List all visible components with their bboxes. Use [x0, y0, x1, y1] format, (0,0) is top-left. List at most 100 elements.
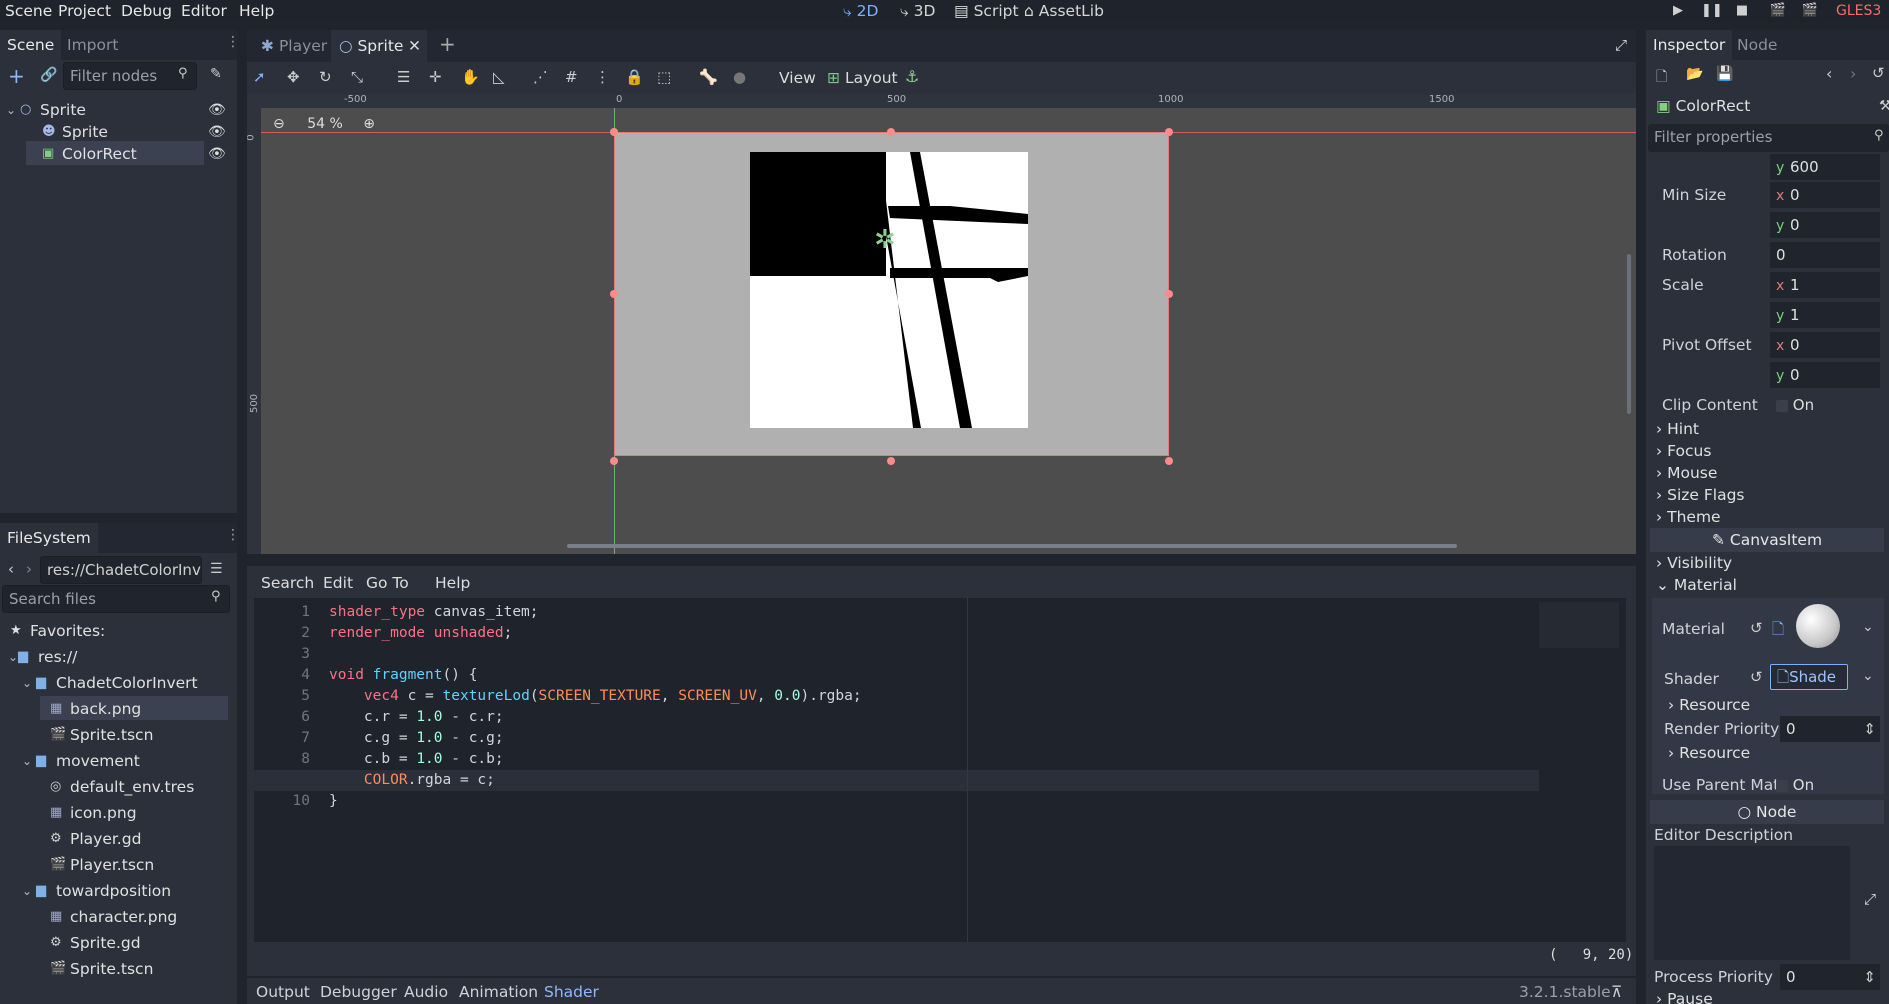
- scene-tab-sprite[interactable]: ○ Sprite ✕: [331, 30, 427, 62]
- link-icon[interactable]: 🔗: [40, 67, 57, 83]
- pause-section[interactable]: › Pause: [1656, 988, 1713, 1004]
- file-tree-item[interactable]: ⚙ Player.gd: [0, 826, 237, 852]
- camera-override-icon[interactable]: ●: [733, 68, 746, 86]
- dock-menu-icon[interactable]: ⋮: [226, 34, 240, 50]
- visibility-section[interactable]: › Visibility: [1656, 552, 1732, 574]
- distraction-free-icon[interactable]: ⤢: [1615, 36, 1627, 54]
- workspace-2d-button[interactable]: ⤷ 2D: [843, 0, 878, 22]
- filter-nodes-input[interactable]: Filter nodes: [63, 62, 197, 90]
- pivot-x-field[interactable]: x0: [1770, 332, 1880, 358]
- file-tree-item[interactable]: ⌄ ▆ res://: [0, 644, 237, 670]
- more-options-icon[interactable]: ⋮: [595, 68, 610, 86]
- grid-snap-icon[interactable]: #: [565, 68, 578, 86]
- zoom-reset-button[interactable]: 54 %: [307, 116, 343, 132]
- file-tree-item[interactable]: ⌄ ▆ ChadetColorInvert: [0, 670, 237, 696]
- ruler-tool-icon[interactable]: ◺: [493, 68, 505, 86]
- material-resource-section[interactable]: › Resource: [1668, 742, 1750, 764]
- history-forward-icon[interactable]: ›: [1850, 64, 1856, 83]
- revert-icon[interactable]: ↺: [1750, 668, 1763, 686]
- bone-icon[interactable]: 🦴: [699, 68, 718, 86]
- tab-import[interactable]: Import: [60, 30, 125, 60]
- inspector-section[interactable]: › Theme: [1656, 506, 1721, 528]
- rotate-tool-icon[interactable]: ↻: [319, 68, 332, 86]
- play-custom-scene-button[interactable]: 🎬: [1801, 2, 1819, 20]
- save-resource-icon[interactable]: 💾: [1716, 66, 1733, 82]
- visibility-eye-icon[interactable]: 👁: [208, 141, 226, 167]
- canvas-viewport[interactable]: -500 0 500 1000 1500 0 500 ⊖ 54 % ⊕: [247, 94, 1636, 554]
- file-tree-item[interactable]: ⌄ ▆ towardposition: [0, 878, 237, 904]
- tab-node[interactable]: Node: [1730, 30, 1784, 60]
- tab-filesystem[interactable]: FileSystem: [0, 523, 98, 553]
- material-section[interactable]: ⌄ Material: [1656, 574, 1737, 596]
- scene-tree-item[interactable]: ▣ ColorRect 👁: [0, 141, 237, 167]
- dock-menu-icon[interactable]: ⋮: [226, 527, 240, 543]
- file-tree-item[interactable]: ⚙ Sprite.gd: [0, 930, 237, 956]
- resize-handle[interactable]: [887, 457, 895, 465]
- sprite-image[interactable]: [750, 152, 1028, 428]
- code-minimap[interactable]: [1539, 602, 1619, 648]
- stop-button[interactable]: ■: [1733, 2, 1751, 20]
- add-node-icon[interactable]: +: [8, 66, 25, 86]
- material-preview-sphere[interactable]: [1796, 604, 1840, 648]
- scene-tab-player[interactable]: ✱ Player: [253, 30, 335, 62]
- pause-button[interactable]: ❚❚: [1701, 2, 1723, 20]
- layout-toggle-icon[interactable]: ⊼: [1611, 981, 1622, 1003]
- inspector-section[interactable]: › Size Flags: [1656, 484, 1745, 506]
- tab-audio[interactable]: Audio: [404, 981, 448, 1003]
- script-attach-icon[interactable]: ✎: [210, 66, 222, 82]
- horizontal-scrollbar[interactable]: [567, 544, 1457, 548]
- tab-shader[interactable]: Shader: [544, 981, 599, 1003]
- scale-tool-icon[interactable]: ⤡: [351, 68, 363, 86]
- dropdown-icon[interactable]: ⌄: [1862, 668, 1874, 684]
- menu-scene[interactable]: Scene: [5, 0, 52, 22]
- menu-help[interactable]: Help: [435, 574, 470, 592]
- inspector-section[interactable]: › Hint: [1656, 418, 1699, 440]
- search-files-input[interactable]: Search files: [2, 585, 230, 613]
- new-resource-icon[interactable]: 🗋: [1656, 66, 1667, 90]
- expand-arrow-icon[interactable]: ⌄: [8, 644, 18, 670]
- layout-menu[interactable]: ⊞ Layout: [827, 62, 898, 94]
- workspace-assetlib-button[interactable]: ⌂ AssetLib: [1024, 0, 1104, 22]
- expand-arrow-icon[interactable]: ⌄: [22, 878, 32, 904]
- group-icon[interactable]: ⬚: [657, 68, 671, 86]
- scale-x-field[interactable]: x1: [1770, 272, 1880, 298]
- rotation-field[interactable]: 0: [1770, 242, 1880, 268]
- tool-icon[interactable]: ⚒: [1879, 98, 1889, 114]
- play-button[interactable]: ▶: [1669, 2, 1687, 20]
- menu-editor[interactable]: Editor: [181, 0, 227, 22]
- lock-icon[interactable]: 🔒: [625, 68, 644, 86]
- dropdown-icon[interactable]: ⌄: [1862, 619, 1874, 635]
- menu-edit[interactable]: Edit: [323, 574, 353, 592]
- path-field[interactable]: res://ChadetColorInve: [40, 556, 202, 584]
- menu-project[interactable]: Project: [58, 0, 111, 22]
- inspector-section[interactable]: › Mouse: [1656, 462, 1717, 484]
- spinner-icon[interactable]: ⇕: [1863, 716, 1876, 742]
- min-size-x-field[interactable]: x0: [1770, 182, 1880, 208]
- file-tree-item[interactable]: ⌄ ▆ movement: [0, 748, 237, 774]
- tab-animation[interactable]: Animation: [459, 981, 538, 1003]
- file-tree-item[interactable]: ▦ back.png: [0, 696, 237, 722]
- workspace-3d-button[interactable]: ⤷ 3D: [900, 0, 935, 22]
- shader-resource-section[interactable]: › Resource: [1668, 694, 1750, 716]
- pivot-tool-icon[interactable]: ✛: [429, 68, 442, 86]
- expand-arrow-icon[interactable]: ⌄: [22, 748, 32, 774]
- pivot-y-field[interactable]: y0: [1770, 362, 1880, 388]
- pivot-icon[interactable]: ✲: [874, 225, 896, 255]
- pan-tool-icon[interactable]: ✋: [461, 68, 480, 86]
- size-y-field[interactable]: y 600: [1770, 154, 1880, 180]
- file-tree-item[interactable]: ◎ default_env.tres: [0, 774, 237, 800]
- history-icon[interactable]: ↺: [1872, 64, 1885, 82]
- anchor-icon[interactable]: ⚓: [905, 67, 919, 86]
- new-scene-tab-icon[interactable]: +: [439, 32, 456, 56]
- zoom-in-button[interactable]: ⊕: [363, 116, 375, 132]
- list-select-icon[interactable]: ☰: [397, 68, 410, 86]
- workspace-script-button[interactable]: ▤ Script: [954, 0, 1019, 22]
- tab-debugger[interactable]: Debugger: [320, 981, 397, 1003]
- expand-icon[interactable]: ⤢: [1864, 890, 1876, 908]
- renderer-label[interactable]: GLES3: [1836, 0, 1881, 22]
- move-tool-icon[interactable]: ✥: [287, 68, 300, 86]
- menu-goto[interactable]: Go To: [366, 574, 409, 592]
- close-icon[interactable]: ✕: [408, 30, 421, 62]
- play-scene-button[interactable]: 🎬: [1769, 2, 1787, 20]
- file-tree-item[interactable]: 🎬 Sprite.tscn: [0, 956, 237, 982]
